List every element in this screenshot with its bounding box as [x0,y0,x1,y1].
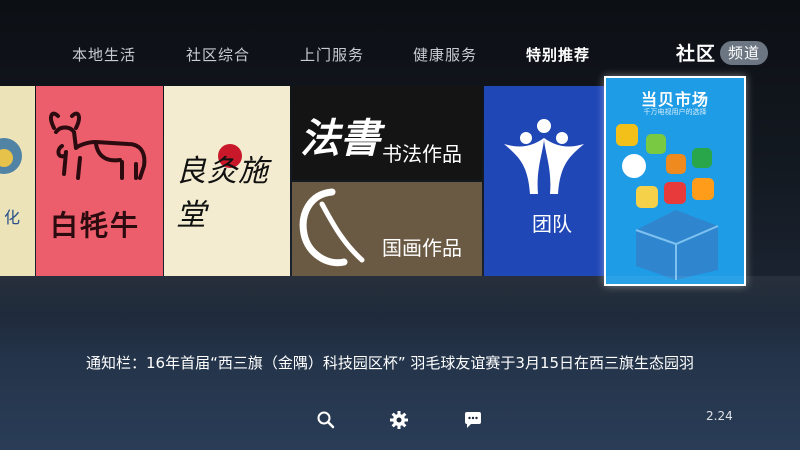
notification-text: 16年首届“西三旗（金隅）科技园区杯” 羽毛球友谊赛于3月15日在西三旗生态园羽 [146,354,695,372]
painting-tile[interactable]: 国画作品 [292,182,482,276]
culture-partial-text: 化 [4,208,21,227]
tab-home-service[interactable]: 上门服务 [300,44,364,65]
top-nav: 本地生活 社区综合 上门服务 健康服务 特别推荐 社区 频道 [0,0,800,80]
market-subtitle: 千万电视用户的选择 [643,108,707,116]
market-tile[interactable]: 当贝市场 千万电视用户的选择 [604,76,746,286]
team-tile[interactable]: 团队 [484,86,604,276]
search-icon[interactable] [316,410,338,432]
culture-tile[interactable]: 化 [0,86,35,276]
yak-icon [49,111,147,180]
channel-title: 社区 [676,43,717,65]
culture-logo-icon [0,138,22,174]
ink-circle-icon [299,188,365,267]
yak-tile[interactable]: 白牦牛 [36,86,163,276]
moxa-text: 良灸施堂 [176,154,269,233]
tile-row: 化 白牦牛 良灸施堂 法書 书法作品 国画作品 团队 当贝市场 千万电视用户的选… [0,76,800,286]
calligraphy-label: 书法作品 [382,142,462,166]
message-icon[interactable] [463,410,485,432]
channel-logo: 社区 频道 [676,39,772,67]
notification-bar: 通知栏：16年首届“西三旗（金隅）科技园区杯” 羽毛球友谊赛于3月15日在西三旗… [86,352,706,374]
settings-icon[interactable] [389,410,411,432]
clock-time: 2.24 [706,409,733,423]
channel-badge: 频道 [720,41,768,65]
tab-special[interactable]: 特别推荐 [526,44,590,65]
yak-text: 白牦牛 [50,209,141,242]
tab-community[interactable]: 社区综合 [186,44,250,65]
tile-reflection [0,276,800,316]
moxa-tile[interactable]: 良灸施堂 [164,86,290,276]
team-icon [504,119,584,194]
calligraphy-art: 法書 [300,115,380,162]
app-icons-cluster-icon [616,124,719,280]
team-label: 团队 [532,212,572,236]
tab-health[interactable]: 健康服务 [413,44,477,65]
painting-label: 国画作品 [382,236,462,260]
tab-local-life[interactable]: 本地生活 [72,44,136,65]
calligraphy-tile[interactable]: 法書 书法作品 [292,86,482,180]
notification-label: 通知栏： [86,354,147,372]
